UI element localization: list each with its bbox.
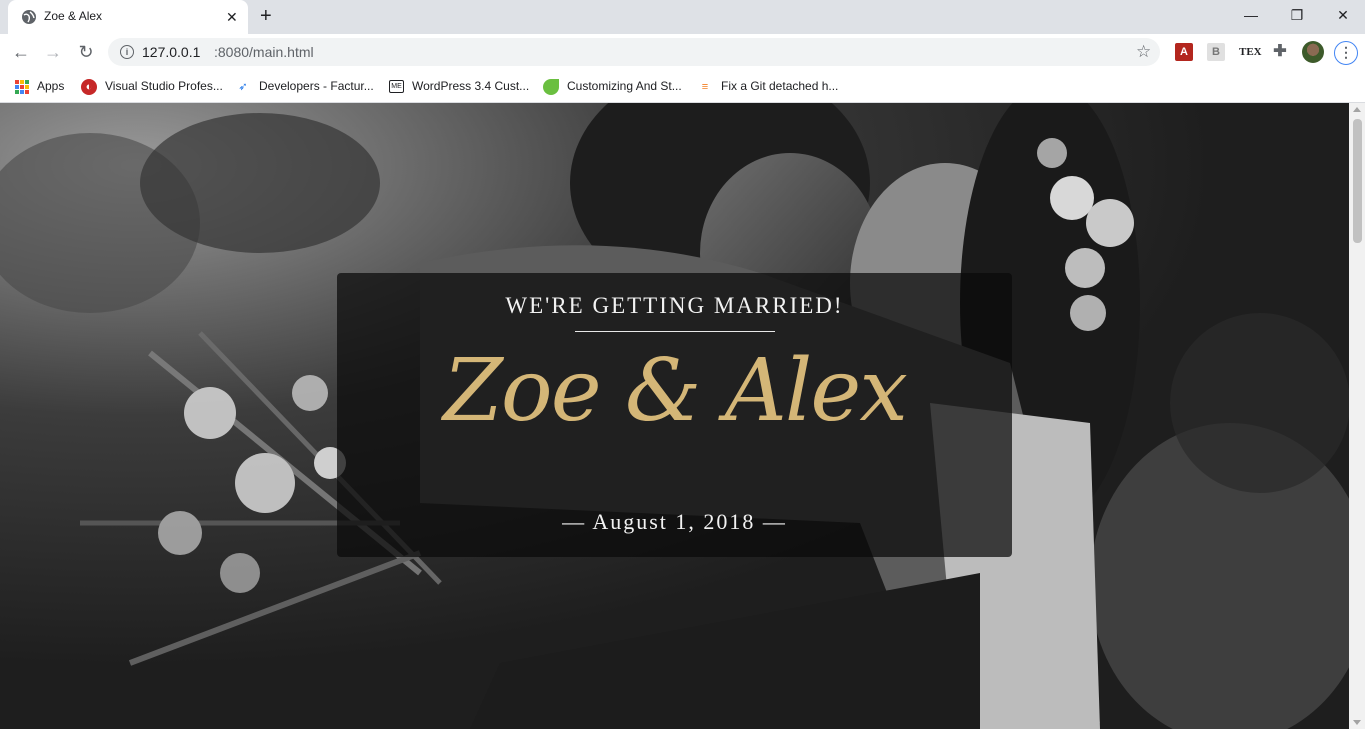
bookmark-label: Developers - Factur... — [259, 79, 374, 93]
pdf-icon[interactable]: A — [1175, 43, 1193, 61]
chat-icon: ME — [389, 80, 404, 94]
back-icon[interactable]: ← — [9, 40, 33, 64]
wedding-card: WE'RE GETTING MARRIED! Zoe & Alex — Augu… — [337, 273, 1012, 557]
visual-studio-icon: ◐ — [81, 78, 97, 95]
tab-close-icon[interactable]: ✕ — [226, 9, 238, 25]
bookmarks-bar: Apps ◐ Visual Studio Profes... ➶ Developer… — [0, 70, 1365, 103]
bookmark-apps[interactable]: Apps — [15, 77, 64, 95]
tab-strip: Zoe & Alex ✕ + — ❐ ✕ — [0, 0, 1365, 34]
bookmark-label: WordPress 3.4 Cust... — [412, 79, 530, 93]
forward-icon[interactable]: → — [41, 40, 65, 64]
bookmark-label: Visual Studio Profes... — [105, 79, 223, 93]
close-window-icon[interactable]: ✕ — [1328, 4, 1358, 26]
scroll-up-icon[interactable] — [1353, 107, 1361, 112]
leaf-icon — [543, 78, 559, 95]
address-bar[interactable]: i 127.0.0.1 :8080/main.html ☆ — [108, 38, 1160, 66]
browser-toolbar: ← → ↻ i 127.0.0.1 :8080/main.html ☆ A B … — [0, 34, 1365, 70]
new-tab-button[interactable]: + — [260, 6, 272, 26]
bookmark-wordpress[interactable]: ME WordPress 3.4 Cust... — [389, 77, 529, 95]
reload-icon[interactable]: ↻ — [74, 40, 98, 64]
bookmark-star-icon[interactable]: ☆ — [1136, 42, 1151, 62]
bird-icon: ➶ — [238, 80, 248, 93]
site-info-icon[interactable]: i — [120, 45, 134, 59]
tex-icon[interactable]: TEX — [1239, 43, 1262, 61]
bookmark-label: Fix a Git detached h... — [721, 79, 839, 93]
page-viewport: WE'RE GETTING MARRIED! Zoe & Alex — Augu… — [0, 103, 1349, 729]
scroll-down-icon[interactable] — [1353, 720, 1361, 725]
couple-names: Zoe & Alex — [443, 341, 908, 441]
scroll-thumb[interactable] — [1353, 119, 1362, 243]
menu-icon[interactable]: ⋮ — [1334, 41, 1358, 65]
globe-icon — [22, 10, 36, 24]
wedding-date: — August 1, 2018 — — [562, 509, 787, 534]
minimize-icon[interactable]: — — [1236, 4, 1266, 26]
tagline: WE'RE GETTING MARRIED! — [505, 293, 844, 318]
bookmark-customizing[interactable]: Customizing And St... — [543, 77, 682, 95]
tagline-divider — [575, 331, 775, 332]
url-path: :8080/main.html — [214, 44, 314, 60]
puzzle-icon[interactable]: ✚ — [1271, 43, 1289, 61]
url-host: 127.0.0.1 — [142, 44, 201, 60]
bookmark-label: Apps — [37, 79, 65, 93]
tab-title: Zoe & Alex — [44, 9, 103, 23]
restore-icon[interactable]: ❐ — [1282, 4, 1312, 26]
avatar[interactable] — [1302, 41, 1324, 63]
apps-grid-icon — [15, 79, 29, 94]
bookmark-developers[interactable]: ➶ Developers - Factur... — [235, 77, 374, 95]
bookmark-git[interactable]: ≡ Fix a Git detached h... — [697, 77, 839, 95]
page-scrollbar[interactable] — [1349, 103, 1365, 729]
browser-tab[interactable]: Zoe & Alex ✕ — [8, 0, 248, 34]
bi-icon[interactable]: B — [1207, 43, 1225, 61]
bookmark-visual-studio[interactable]: ◐ Visual Studio Profes... — [81, 77, 223, 95]
stackoverflow-icon: ≡ — [701, 80, 709, 93]
bookmark-label: Customizing And St... — [567, 79, 682, 93]
